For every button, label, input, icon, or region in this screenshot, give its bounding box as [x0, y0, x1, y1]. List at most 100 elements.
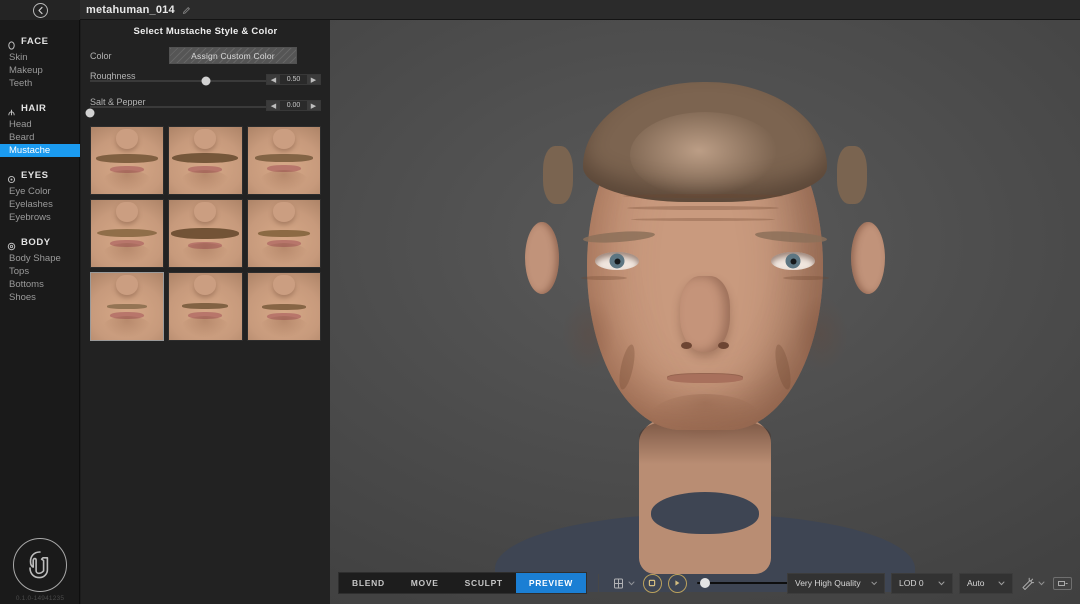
slider-rows: Roughness◀0.50▶Salt & Pepper◀0.00▶	[81, 68, 330, 120]
body-icon	[7, 238, 16, 247]
sidebar-item-mustache[interactable]: Mustache	[0, 144, 80, 157]
lod-dropdown[interactable]: LOD 0	[891, 573, 953, 594]
thumbnail-nose	[116, 129, 138, 149]
stepper-right-arrow-icon[interactable]: ▶	[307, 101, 320, 110]
forehead-wrinkle-3	[631, 218, 775, 221]
chevron-down-icon	[998, 581, 1005, 586]
sidebar-item-makeup[interactable]: Makeup	[0, 64, 79, 77]
mustache-style-2[interactable]	[168, 126, 242, 195]
sidebar-item-bottoms[interactable]: Bottoms	[0, 278, 79, 291]
category-group-label: FACE	[21, 36, 49, 47]
category-group-label: BODY	[21, 237, 51, 248]
sidebar-item-tops[interactable]: Tops	[0, 265, 79, 278]
camera-preset-icon[interactable]	[610, 577, 637, 590]
slider-stepper-roughness[interactable]: ◀0.50▶	[266, 74, 321, 85]
bottom-toolbar-left: BLENDMOVESCULPTPREVIEW	[338, 570, 829, 596]
category-group-label: HAIR	[21, 103, 46, 114]
nose	[680, 276, 730, 352]
sidebar-item-eye-color[interactable]: Eye Color	[0, 185, 79, 198]
toolbar-divider-1	[598, 574, 599, 592]
thumbnail-mustache	[107, 304, 147, 309]
sidebar-item-teeth[interactable]: Teeth	[0, 77, 79, 90]
stepper-right-arrow-icon[interactable]: ▶	[307, 75, 320, 84]
mode-button-group[interactable]: BLENDMOVESCULPTPREVIEW	[338, 572, 587, 594]
slider-stepper-salt-pepper[interactable]: ◀0.00▶	[266, 100, 321, 111]
mustache-style-3[interactable]	[247, 126, 321, 195]
shirt-collar	[651, 492, 759, 534]
category-group-spacer	[0, 90, 79, 101]
thumbnail-chin-shadow	[181, 316, 229, 338]
sidebar-item-eyelashes[interactable]: Eyelashes	[0, 198, 79, 211]
play-button-icon[interactable]	[668, 574, 687, 593]
mustache-style-1[interactable]	[90, 126, 164, 195]
category-list: FACE SkinMakeupTeeth HAIR HeadBeardMustache…	[0, 20, 79, 304]
metahuman-creator-window: metahuman_014 FACE SkinMakeupTeeth HAIR Hea…	[0, 0, 1080, 604]
auto-dropdown[interactable]: Auto	[959, 573, 1013, 594]
thumbnail-mustache	[255, 154, 313, 162]
thumbnail-chin-shadow	[103, 316, 151, 338]
lod-dropdown-label: LOD 0	[899, 578, 924, 588]
mode-button-blend[interactable]: BLEND	[339, 573, 398, 593]
thumbnail-nose	[194, 275, 216, 295]
category-sidebar[interactable]: FACE SkinMakeupTeeth HAIR HeadBeardMustache…	[0, 20, 80, 604]
slider-handle-roughness[interactable]	[201, 77, 210, 86]
thumbnail-chin-shadow	[260, 316, 308, 338]
auto-dropdown-label: Auto	[967, 578, 985, 588]
top-bar: metahuman_014	[0, 0, 1080, 20]
3d-viewport[interactable]	[330, 0, 1080, 604]
timeline-scrubber-handle[interactable]	[700, 578, 710, 588]
left-eye	[595, 252, 639, 270]
mode-button-move[interactable]: MOVE	[398, 573, 452, 593]
category-group-body: BODY	[0, 235, 79, 249]
forehead-wrinkle-1	[623, 194, 783, 198]
pencil-edit-icon[interactable]	[182, 6, 191, 15]
stop-button-icon[interactable]	[643, 574, 662, 593]
stepper-left-arrow-icon[interactable]: ◀	[267, 75, 280, 84]
mustache-style-5[interactable]	[168, 199, 242, 268]
mustache-style-grid[interactable]	[90, 126, 321, 341]
right-ear	[851, 222, 885, 294]
chevron-down-icon[interactable]	[628, 581, 635, 586]
properties-panel: Select Mustache Style & Color Color Assi…	[81, 20, 330, 604]
thumbnail-nose	[273, 202, 295, 222]
sidebar-item-beard[interactable]: Beard	[0, 131, 79, 144]
mouth	[667, 374, 743, 383]
left-nostril	[681, 342, 692, 349]
mustache-style-7[interactable]	[90, 272, 164, 341]
top-bar-left-slot	[0, 0, 80, 20]
app-version-label: 0.1.0-14941235	[16, 595, 64, 602]
screenshot-button-icon[interactable]	[1053, 577, 1072, 590]
thumbnail-chin-shadow	[260, 170, 308, 192]
mode-button-sculpt[interactable]: SCULPT	[452, 573, 516, 593]
mode-button-preview[interactable]: PREVIEW	[516, 573, 586, 593]
chevron-down-icon[interactable]	[1038, 581, 1045, 586]
mustache-style-6[interactable]	[247, 199, 321, 268]
mustache-style-4[interactable]	[90, 199, 164, 268]
sidebar-item-shoes[interactable]: Shoes	[0, 291, 79, 304]
left-cheek-shadow	[561, 294, 617, 374]
sidebar-item-skin[interactable]: Skin	[0, 51, 79, 64]
bottom-toolbar-right: Very High Quality LOD 0 Auto	[787, 570, 1072, 596]
chevron-down-icon	[938, 581, 945, 586]
sidebar-item-body-shape[interactable]: Body Shape	[0, 252, 79, 265]
mustache-style-8[interactable]	[168, 272, 242, 341]
right-cheek-shadow	[793, 294, 849, 374]
slider-value-roughness: 0.50	[280, 75, 307, 84]
document-title-group[interactable]: metahuman_014	[86, 2, 191, 18]
back-arrow-circle-icon[interactable]	[33, 3, 48, 18]
assign-custom-color-button[interactable]: Assign Custom Color	[169, 47, 297, 64]
lighting-effects-icon[interactable]	[1019, 577, 1047, 590]
hair-icon	[7, 104, 16, 113]
sidebar-item-head[interactable]: Head	[0, 118, 79, 131]
quality-dropdown[interactable]: Very High Quality	[787, 573, 885, 594]
thumbnail-mustache	[97, 229, 157, 237]
slider-handle-salt-pepper[interactable]	[86, 108, 95, 117]
thumbnail-nose	[194, 202, 216, 222]
mustache-style-9[interactable]	[247, 272, 321, 341]
stepper-left-arrow-icon[interactable]: ◀	[267, 101, 280, 110]
color-row: Color Assign Custom Color	[81, 44, 330, 68]
thumbnail-nose	[194, 129, 216, 149]
sidebar-item-eyebrows[interactable]: Eyebrows	[0, 211, 79, 224]
forehead-highlight	[630, 112, 780, 198]
face-icon	[7, 37, 16, 46]
